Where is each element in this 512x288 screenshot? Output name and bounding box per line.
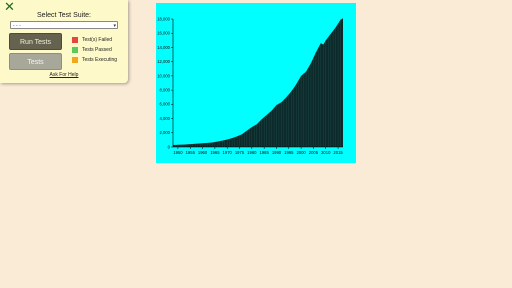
y-tick-label: 6,000 [160,102,171,107]
tests-button[interactable]: Tests [9,53,62,70]
failed-swatch [72,37,78,43]
suite-select[interactable]: - - - ▾ [10,21,118,29]
area-chart: 0 2,000 4,000 6,000 8,000 10,000 12,000 14,000 1… [157,16,343,155]
suite-select-value: - - - [13,23,21,29]
run-tests-button[interactable]: Run Tests [9,33,62,50]
x-tick-label: 1995 [284,150,294,155]
x-tick-label: 1980 [247,150,257,155]
y-tick-label: 8,000 [160,88,171,93]
x-tick-label: 1990 [272,150,282,155]
legend-label-failed: Test(s) Failed [82,37,113,43]
x-tick-label: 1975 [235,150,245,155]
x-tick-label: 1960 [198,150,208,155]
x-tick-label: 1985 [259,150,269,155]
executing-swatch [72,57,78,63]
y-tick-label: 12,000 [157,59,170,64]
x-tick-label: 1970 [223,150,233,155]
ask-for-help-link[interactable]: Ask For Help [0,72,128,78]
y-tick-label: 18,000 [157,16,170,21]
chart-panel: 0 2,000 4,000 6,000 8,000 10,000 12,000 14,000 1… [156,3,356,163]
y-tick-label: 0 [168,144,171,149]
chevron-down-icon: ▾ [113,23,116,29]
x-tick-label: 1955 [186,150,196,155]
x-tick-label: 2015 [333,150,343,155]
passed-swatch [72,47,78,53]
legend-label-passed: Tests Passed [82,47,112,53]
x-tick-label: 1950 [173,150,183,155]
area-series [173,18,343,147]
legend-label-executing: Tests Executing [82,57,118,63]
x-tick-label: 2010 [321,150,331,155]
y-tick-label: 4,000 [160,116,171,121]
suite-title: Select Test Suite: [37,12,91,19]
y-tick-label: 10,000 [157,73,170,78]
test-suite-panel: ✕ Select Test Suite: - - - ▾ Run Tests T… [0,0,128,83]
y-tick-label: 2,000 [160,130,171,135]
x-tick-label: 2000 [296,150,306,155]
x-tick-label: 1965 [210,150,220,155]
x-tick-label: 2005 [309,150,319,155]
y-tick-label: 14,000 [157,45,170,50]
y-tick-label: 16,000 [157,31,170,36]
